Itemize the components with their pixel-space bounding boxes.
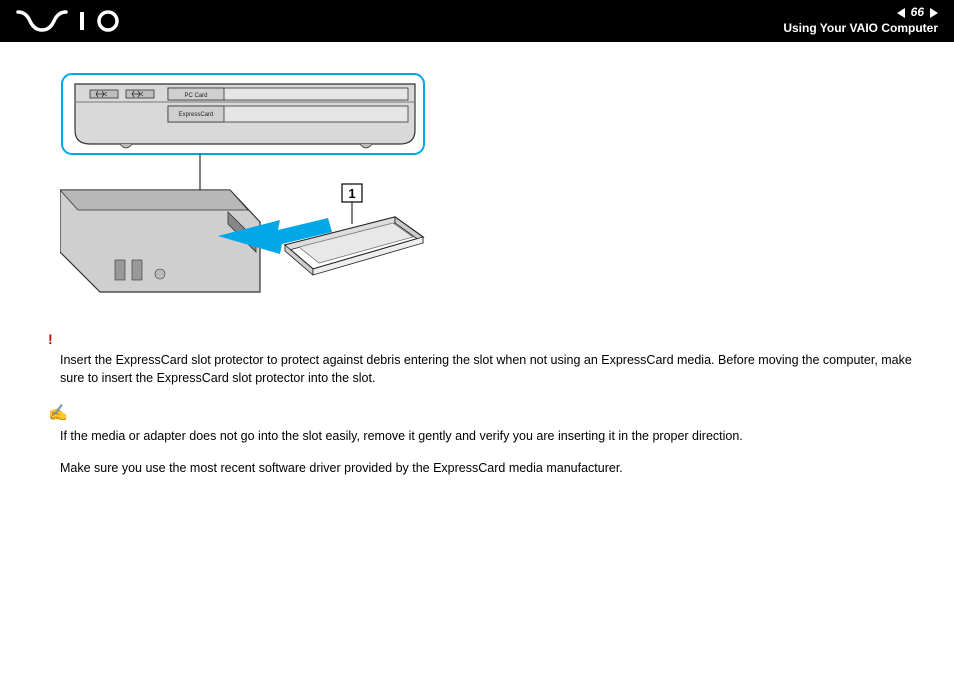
pc-card-label: PC Card [184,93,207,99]
warning-text: Insert the ExpressCard slot protector to… [60,351,920,387]
note-text-1: If the media or adapter does not go into… [60,427,920,445]
note-icon: ✍ [48,402,920,425]
section-title: Using Your VAIO Computer [783,21,938,37]
note-text-2: Make sure you use the most recent softwa… [60,459,920,477]
expresscard-diagram: PC Card ExpressCard [60,72,440,317]
next-page-icon[interactable] [930,8,938,18]
callout-1: 1 [348,186,355,201]
header-nav: 66 Using Your VAIO Computer [783,5,938,36]
prev-page-icon[interactable] [897,8,905,18]
page-header: 66 Using Your VAIO Computer [0,0,954,42]
warning-icon: ! [48,329,920,349]
page-number: 66 [911,5,924,21]
expresscard-label: ExpressCard [179,112,214,118]
page-content: PC Card ExpressCard [0,42,954,511]
vaio-logo [16,10,126,32]
